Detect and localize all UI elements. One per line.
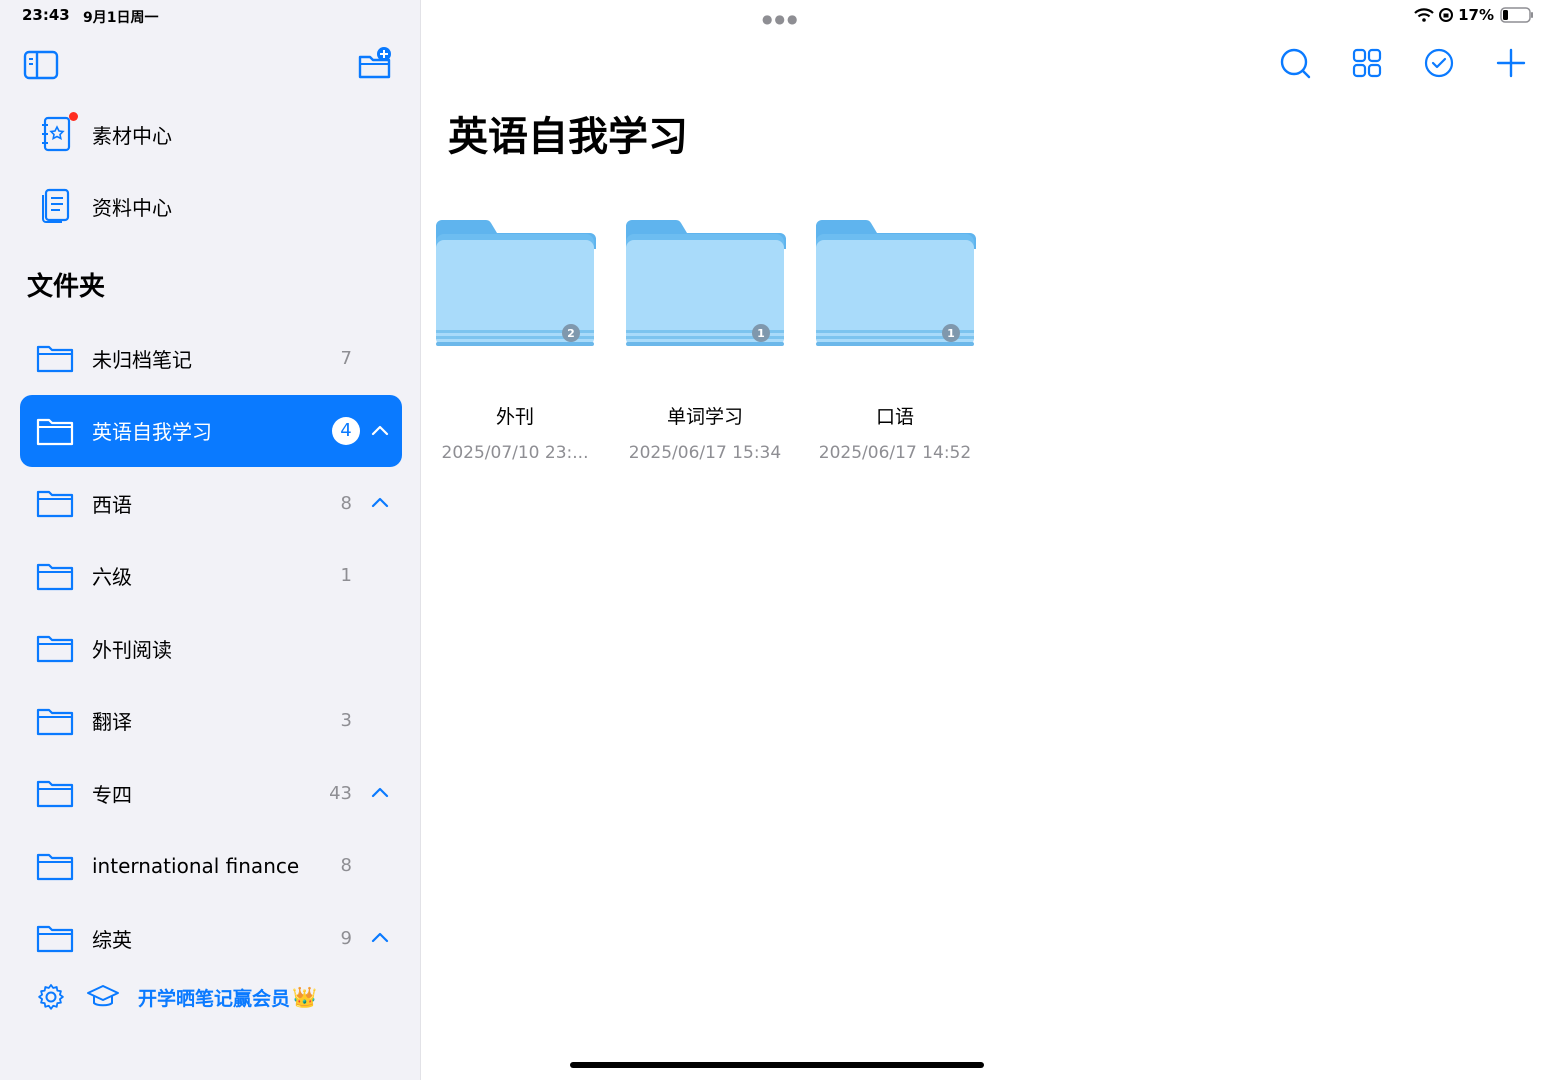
folder-name: 外刊阅读 [92,637,172,662]
sidebar-folder-row[interactable]: 未归档笔记 7 [20,322,402,394]
sidebar-folder-row[interactable]: 翻译 3 [20,685,402,757]
folder-icon [36,563,74,590]
battery-percent: 17% [1458,6,1494,24]
folder-name: 六级 [92,565,132,589]
folder-icon [36,780,74,808]
section-title-folders: 文件夹 [27,272,106,302]
folder-name: 英语自我学习 [92,420,212,444]
folder-card-date: 2025/06/17 15:34 [628,443,782,463]
status-time: 23:43 [22,6,70,24]
folder-count: 8 [340,855,352,876]
folder-card[interactable]: 1 口语 2025/06/17 14:52 [810,214,980,463]
folder-thumbnail-icon[interactable]: 1 [810,214,980,354]
item-count-badge: 2 [562,324,580,342]
folder-card-name: 外刊 [495,406,534,428]
sidebar-folder-row[interactable]: 专四 43 [20,757,402,829]
folder-name: 未归档笔记 [92,347,192,372]
wifi-icon [1414,8,1434,22]
folder-count: 1 [340,565,352,586]
folder-card-date: 2025/06/17 14:52 [818,443,972,463]
document-icon [36,186,76,226]
search-icon[interactable] [1278,46,1312,80]
folder-name: 专四 [92,782,132,807]
notification-dot [69,112,78,121]
gear-icon[interactable] [36,982,66,1012]
folder-count: 7 [340,347,352,369]
item-count-badge: 1 [752,324,770,342]
grid-view-icon[interactable] [1350,46,1384,80]
item-count-badge: 1 [942,324,960,342]
folder-count: 43 [329,782,352,804]
folder-thumbnail-icon[interactable]: 1 [620,214,790,354]
folder-count: 8 [340,492,352,514]
sidebar-folder-row[interactable]: 外刊阅读 [20,612,402,684]
sidebar-bottom-bar: 开学晒笔记赢会员 👑 [36,980,317,1014]
folder-icon [36,925,74,953]
folder-card-date: 2025/07/10 23:... [441,443,589,463]
folder-icon [36,708,74,735]
battery-icon [1500,7,1533,23]
folder-thumbnail-icon[interactable]: 2 [430,214,600,354]
folder-card-name: 单词学习 [666,406,743,428]
folder-card[interactable]: 1 单词学习 2025/06/17 15:34 [620,214,790,463]
chevron-up-icon[interactable] [370,783,390,803]
sidebar-folder-row[interactable]: international finance 8 [20,830,402,902]
chevron-up-icon[interactable] [370,928,390,948]
promo-link[interactable]: 开学晒笔记赢会员 [138,984,290,1011]
crown-icon: 👑 [292,985,317,1009]
select-checkmark-icon[interactable] [1422,46,1456,80]
sidebar-item-material-center[interactable]: 素材中心 [36,109,172,159]
folder-count: 3 [340,710,352,731]
sidebar-item-label: 素材中心 [92,123,172,148]
folder-card[interactable]: 2 外刊 2025/07/10 23:... [430,214,600,463]
status-right: 17% [1414,6,1534,24]
chevron-up-icon[interactable] [370,493,390,513]
new-folder-icon[interactable] [357,45,393,81]
folder-name: 综英 [92,927,132,952]
folder-count: 9 [340,927,352,949]
sidebar: 23:43 9月1日周一 素材中心 资料中心 文件夹 未归档笔记 7 英语自我学… [0,0,421,1080]
sidebar-folder-row[interactable]: 英语自我学习 4 [20,394,402,467]
folder-name: 西语 [92,492,132,517]
main-content: ●●● 17% 英语自我学习 2 外刊 2025/07/10 23:... 1 … [422,0,1554,1080]
sidebar-item-resource-center[interactable]: 资料中心 [36,181,172,231]
folder-name: 翻译 [92,710,132,734]
chevron-up-icon[interactable] [370,421,390,441]
sidebar-folder-row[interactable]: 六级 1 [20,540,402,612]
folder-icon [36,345,74,373]
folder-card-name: 口语 [875,406,914,428]
sidebar-item-label: 资料中心 [92,195,172,220]
material-book-icon [36,112,78,154]
folder-icon [36,418,74,445]
folder-name: international finance [92,853,300,878]
multitask-dots-icon[interactable]: ●●● [762,12,799,26]
sidebar-folder-row[interactable]: 综英 9 [20,902,402,974]
orientation-lock-icon [1439,8,1454,22]
sidebar-toggle-icon[interactable] [23,50,59,80]
folder-icon [36,853,74,880]
folder-icon [36,490,74,518]
home-indicator[interactable] [570,1062,984,1068]
folder-count: 4 [332,416,360,445]
page-title: 英语自我学习 [448,114,688,160]
sidebar-folder-row[interactable]: 西语 8 [20,467,402,539]
add-plus-icon[interactable] [1494,46,1528,80]
graduation-cap-icon[interactable] [86,982,120,1012]
folder-icon [36,635,74,663]
status-date: 9月1日周一 [83,10,159,26]
